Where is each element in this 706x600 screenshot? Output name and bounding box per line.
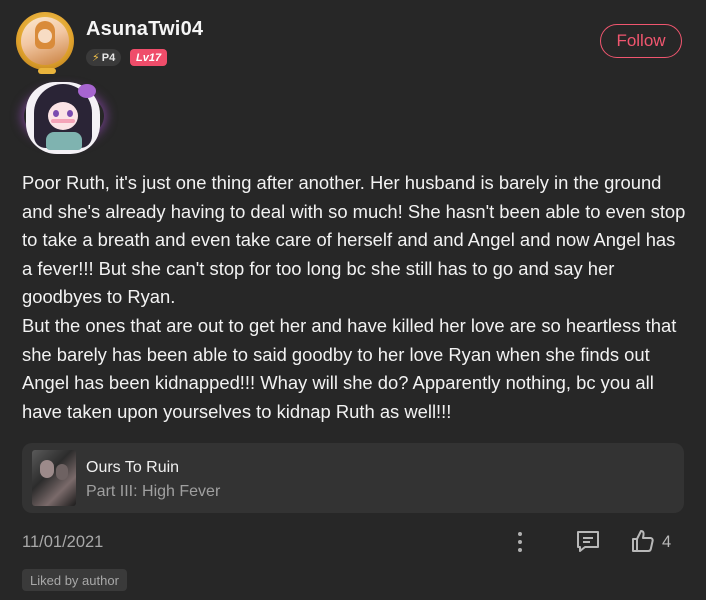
author-username[interactable]: AsunaTwi04 <box>86 18 203 41</box>
sticker-blush <box>51 119 75 123</box>
comment-paragraph: But the ones that are out to get her and… <box>22 314 677 422</box>
lightning-icon: ⚡ <box>92 52 100 64</box>
power-badge: ⚡ P4 <box>86 49 122 66</box>
avatar-frame-ornament <box>38 68 56 74</box>
comment-card: AsunaTwi04 ⚡ P4 Lv17 Follow Poor Ruth, i… <box>0 0 706 600</box>
sticker-face <box>48 102 78 130</box>
comment-text: Poor Ruth, it's just one thing after ano… <box>22 169 686 426</box>
sticker-eye <box>67 110 73 117</box>
more-vertical-icon[interactable] <box>512 530 528 554</box>
comment-icon[interactable] <box>575 529 601 553</box>
power-badge-label: P4 <box>101 51 116 64</box>
follow-button[interactable]: Follow <box>600 24 682 58</box>
avatar-image <box>21 17 69 65</box>
thumbs-up-icon[interactable] <box>630 528 656 554</box>
sticker-flower <box>78 84 96 98</box>
story-link-card[interactable]: Ours To Ruin Part III: High Fever <box>22 443 684 513</box>
level-badge: Lv17 <box>130 49 168 66</box>
story-title: Ours To Ruin <box>86 459 180 476</box>
story-part-title: Part III: High Fever <box>86 483 221 500</box>
liked-by-author-badge: Liked by author <box>22 569 127 591</box>
sticker-body <box>46 132 82 150</box>
comment-date: 11/01/2021 <box>22 533 104 551</box>
story-cover-image <box>32 450 76 506</box>
like-count: 4 <box>662 533 672 551</box>
comment-paragraph: Poor Ruth, it's just one thing after ano… <box>22 172 686 308</box>
sticker-eye <box>53 110 59 117</box>
anime-sticker <box>24 76 104 156</box>
avatar-frame <box>16 12 74 70</box>
author-avatar[interactable] <box>16 12 78 74</box>
